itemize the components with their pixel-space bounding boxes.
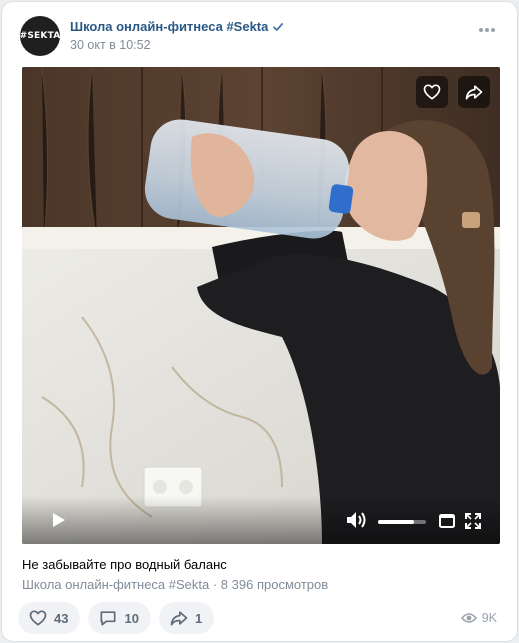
post-date[interactable]: 30 окт в 10:52	[70, 38, 151, 52]
video-controls	[22, 496, 500, 544]
miniplayer-icon[interactable]	[439, 513, 455, 529]
comment-icon	[100, 611, 116, 626]
play-icon[interactable]	[52, 512, 66, 528]
author-name[interactable]: Школа онлайн-фитнеса #Sekta	[70, 19, 284, 34]
like-count: 43	[54, 610, 69, 626]
comment-button[interactable]: 10	[88, 602, 151, 634]
post-actions: 43 10 1	[18, 602, 215, 634]
video-frame	[22, 67, 500, 544]
share-arrow-icon	[170, 611, 188, 626]
fullscreen-icon[interactable]	[465, 513, 481, 529]
post-card: #SEKTA Школа онлайн-фитнеса #Sekta 30 ок…	[1, 1, 518, 642]
views-count: 9K	[481, 611, 497, 625]
like-video-button[interactable]	[416, 76, 448, 108]
like-button[interactable]: 43	[18, 602, 81, 634]
volume-level	[378, 520, 414, 524]
heart-icon	[29, 610, 47, 626]
share-arrow-icon	[465, 85, 483, 100]
comment-count: 10	[124, 610, 139, 626]
repost-count: 1	[194, 610, 203, 626]
author-name-text[interactable]: Школа онлайн-фитнеса #Sekta	[70, 19, 268, 34]
verified-icon	[273, 22, 284, 31]
post-caption: Не забывайте про водный баланс	[22, 557, 227, 572]
avatar[interactable]: #SEKTA	[20, 16, 60, 56]
post-header: #SEKTA Школа онлайн-фитнеса #Sekta 30 ок…	[20, 16, 503, 56]
views-counter: 9K	[460, 611, 497, 625]
repost-button[interactable]: 1	[158, 602, 215, 634]
post-meta[interactable]: Школа онлайн-фитнеса #Sekta · 8 396 прос…	[22, 577, 328, 592]
volume-slider[interactable]	[378, 520, 426, 524]
eye-icon	[460, 613, 477, 623]
volume-icon[interactable]	[345, 510, 367, 530]
share-video-button[interactable]	[458, 76, 490, 108]
more-dots-icon[interactable]	[479, 28, 495, 32]
heart-icon	[423, 84, 441, 100]
video-player[interactable]	[22, 67, 500, 544]
